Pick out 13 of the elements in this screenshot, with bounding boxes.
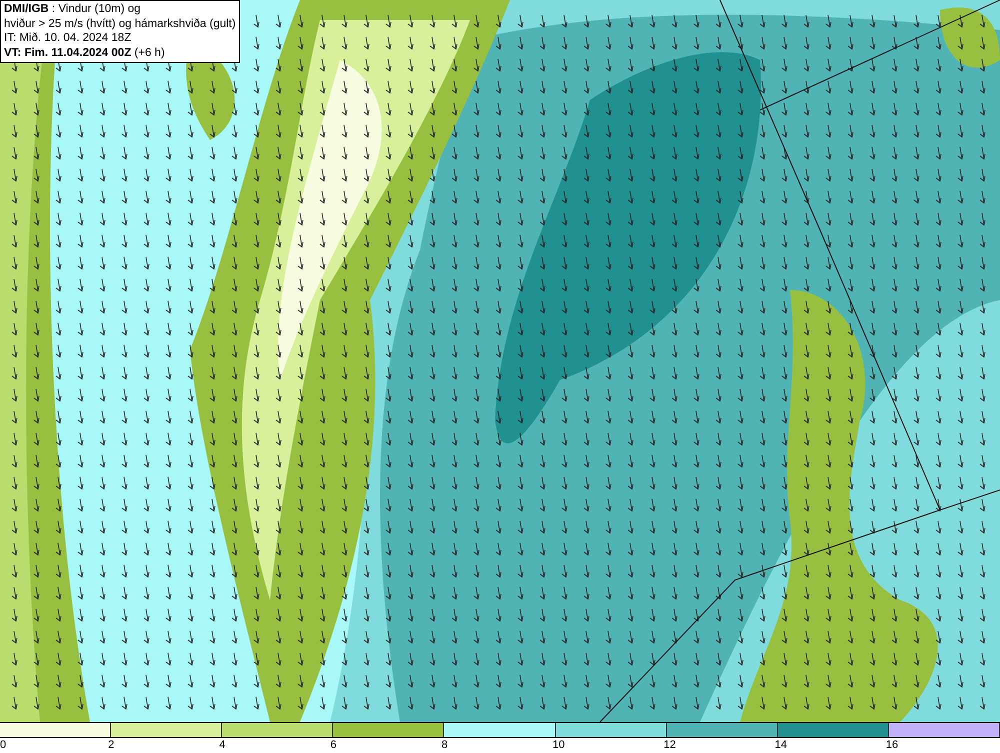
title-line: DMI/IGB : Vindur (10m) og [4, 2, 142, 16]
legend-label: 16 [886, 738, 898, 752]
legend-label: 0 [0, 738, 6, 752]
legend-label: 12 [664, 738, 676, 752]
legend-label: 14 [774, 738, 788, 752]
legend-label: 6 [330, 738, 336, 752]
title-line: hviður > 25 m/s (hvítt) og hámarkshviða (gult) [4, 16, 236, 31]
title-line: VT: Fim. 11.04.2024 00Z (+6 h) [4, 46, 166, 60]
legend-label: 2 [108, 738, 114, 752]
title-line: IT: Mið. 10. 04. 2024 18Z [4, 31, 132, 46]
legend-label: 4 [219, 738, 226, 752]
legend-label: 8 [441, 738, 448, 752]
legend-label: 10 [552, 738, 565, 752]
